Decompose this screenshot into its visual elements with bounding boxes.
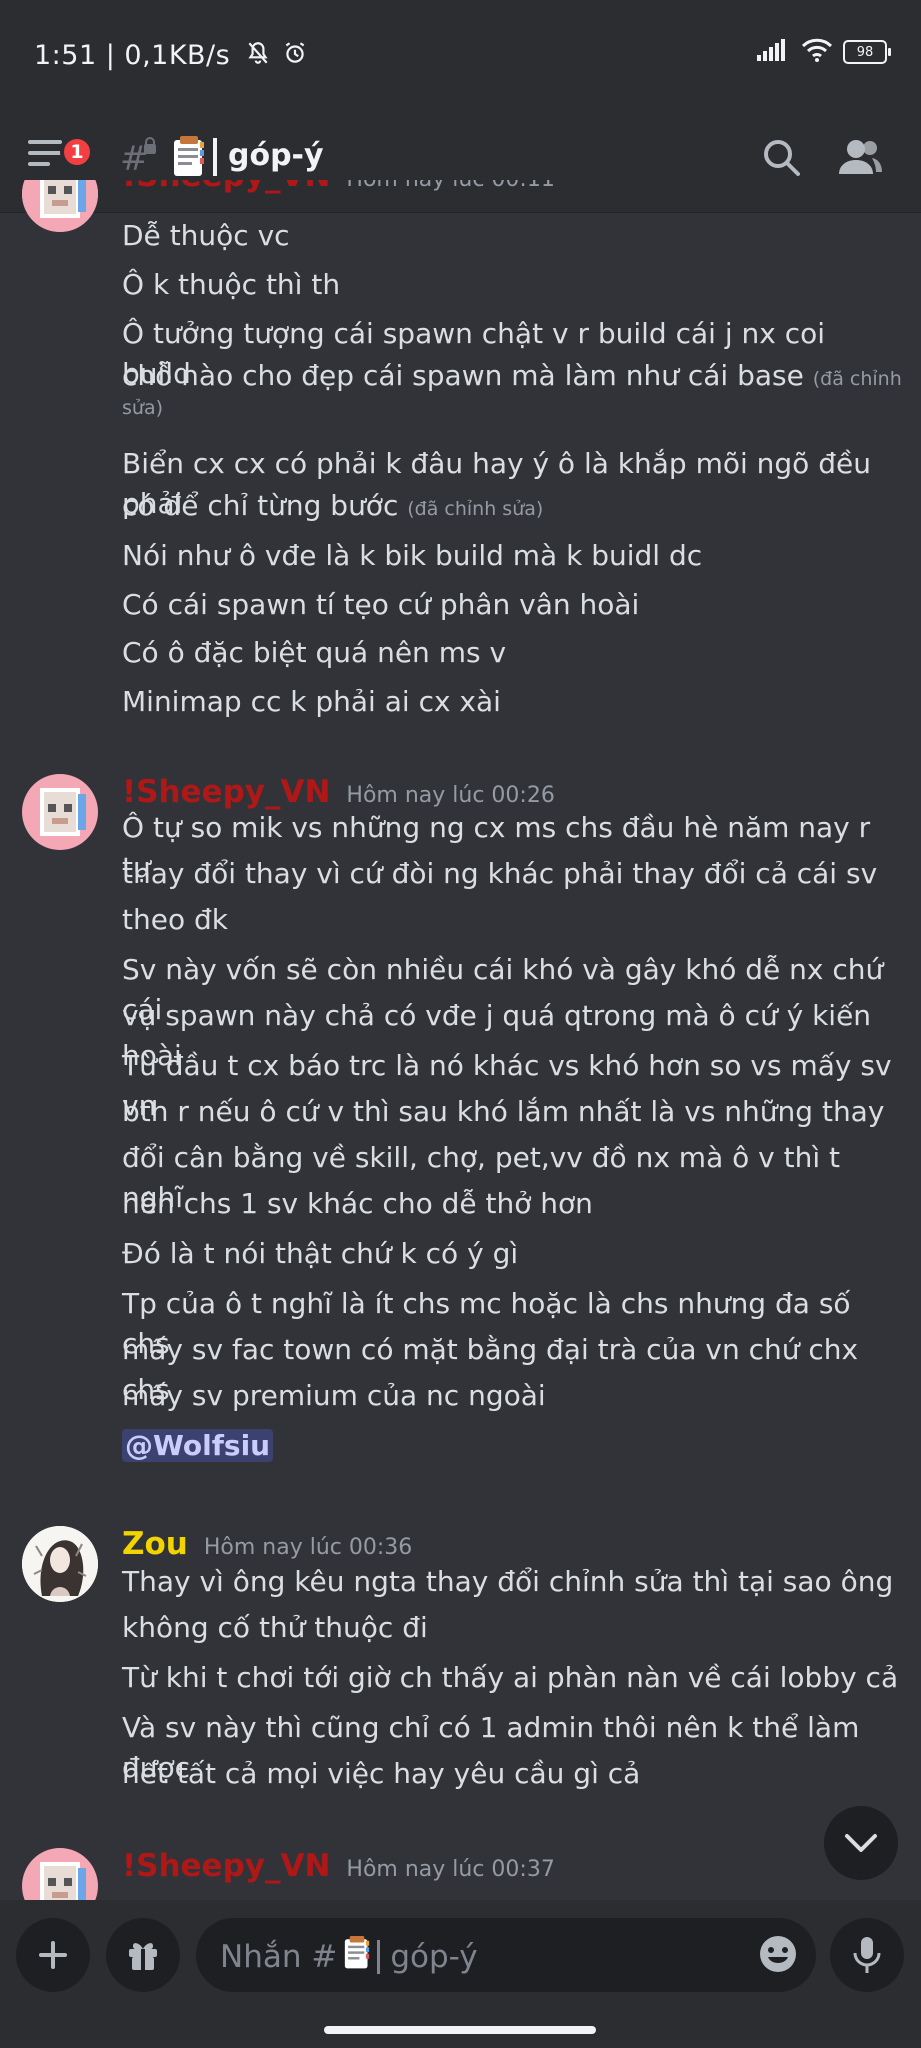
message-header: !Sheepy_VN Hôm nay lúc 00:37: [122, 1848, 555, 1884]
placeholder-separator: [377, 1940, 381, 1974]
message-line: có để chỉ từng bước (đã chỉnh sửa): [122, 486, 902, 529]
edited-label: (đã chỉnh: [812, 368, 902, 390]
smile-icon: [760, 1936, 796, 1972]
avatar[interactable]: [22, 774, 98, 850]
message-line: chỗ nào cho đẹp cái spawn mà làm như cái…: [122, 356, 902, 399]
svg-text:#: #: [120, 139, 149, 179]
message-header: !Sheepy_VN Hôm nay lúc 00:26: [122, 774, 555, 810]
mute-bell-icon: [245, 40, 271, 73]
edited-label: (đã chỉnh sửa): [407, 498, 544, 520]
message-line: Đó là t nói thật chứ k có ý gì: [122, 1237, 519, 1270]
message-line: Có ô đặc biệt quá nên ms v: [122, 636, 507, 669]
message-text: chỗ nào cho đẹp cái spawn mà làm như cái…: [122, 359, 804, 392]
microphone-icon: [853, 1937, 881, 1973]
message-header: !Sheepy_VN Hôm nay lúc 00:11: [122, 180, 555, 194]
message-line: không cố thử thuộc đi: [122, 1611, 428, 1644]
add-attachment-button[interactable]: [16, 1918, 90, 1992]
home-indicator[interactable]: [324, 2026, 596, 2034]
gift-button[interactable]: [106, 1918, 180, 1992]
message-line: Có cái spawn tí tẹo cứ phân vân hoài: [122, 588, 640, 621]
memo-icon: [343, 1936, 371, 1978]
avatar[interactable]: [22, 1848, 98, 1900]
message-line: thay đổi thay vì cứ đòi ng khác phải tha…: [122, 857, 878, 890]
notification-badge: 1: [60, 135, 94, 169]
message-line: mấy sv premium của nc ngoài: [122, 1379, 546, 1412]
message-input[interactable]: Nhắn # góp-ý: [196, 1918, 816, 1992]
author-name[interactable]: Zou: [122, 1526, 188, 1562]
user-mention[interactable]: @Wolfsiu: [122, 1429, 274, 1462]
message-placeholder: Nhắn # góp-ý: [220, 1936, 478, 1978]
emoji-button[interactable]: [756, 1932, 800, 1980]
timestamp: Hôm nay lúc 00:11: [346, 180, 554, 192]
wifi-icon: [801, 38, 833, 66]
channel-separator: [213, 138, 217, 176]
plus-icon: [39, 1941, 67, 1969]
gift-icon: [129, 1943, 157, 1970]
chevron-down-icon: [845, 1834, 877, 1852]
timestamp: Hôm nay lúc 00:37: [346, 1857, 555, 1882]
channel-name: góp-ý: [228, 138, 324, 173]
status-bar: 1:51 | 0,1KB/s 98: [0, 0, 921, 112]
signal-icon: [757, 39, 791, 65]
memo-icon: [172, 136, 206, 182]
edited-label: sửa): [122, 397, 163, 419]
message-line: Từ khi t chơi tới giờ ch thấy ai phàn nà…: [122, 1661, 899, 1694]
status-time: 1:51 | 0,1KB/s: [34, 40, 308, 73]
author-name[interactable]: !Sheepy_VN: [122, 180, 330, 194]
status-time-text: 1:51 | 0,1KB/s: [34, 40, 231, 71]
voice-message-button[interactable]: [830, 1918, 904, 1992]
alarm-icon: [282, 40, 308, 73]
message-line: hết tất cả mọi việc hay yêu cầu gì cả: [122, 1757, 641, 1790]
locked-channel-icon: #: [118, 136, 162, 184]
avatar[interactable]: [22, 180, 98, 232]
message-line: Ô k thuộc thì th: [122, 268, 341, 301]
message-line: @Wolfsiu: [122, 1426, 902, 1466]
placeholder-prefix: Nhắn #: [220, 1939, 338, 1975]
author-name[interactable]: !Sheepy_VN: [122, 774, 330, 810]
battery-level: 98: [856, 44, 874, 60]
message-line: theo đk: [122, 903, 228, 936]
avatar[interactable]: [22, 1526, 98, 1602]
message-line: Dễ thuộc vc: [122, 219, 290, 252]
battery-icon: 98: [843, 40, 891, 64]
message-line: Nói như ô vđe là k bik build mà k buidl …: [122, 539, 703, 572]
status-right: 98: [757, 38, 891, 66]
placeholder-channel: góp-ý: [390, 1939, 478, 1975]
message-line: Thay vì ông kêu ngta thay đổi chỉnh sửa …: [122, 1565, 894, 1598]
timestamp: Hôm nay lúc 00:26: [346, 783, 555, 808]
author-name[interactable]: !Sheepy_VN: [122, 1848, 330, 1884]
message-line: bth r nếu ô cứ v thì sau khó lắm nhất là…: [122, 1095, 885, 1128]
jump-to-bottom-button[interactable]: [824, 1806, 898, 1880]
message-text: có để chỉ từng bước: [122, 489, 399, 522]
message-list[interactable]: !Sheepy_VN Hôm nay lúc 00:11 Dễ thuộc vc…: [0, 180, 921, 1900]
message-header: Zou Hôm nay lúc 00:36: [122, 1526, 412, 1562]
message-line: nên chs 1 sv khác cho dễ thở hơn: [122, 1187, 593, 1220]
message-line: Minimap cc k phải ai cx xài: [122, 685, 501, 718]
timestamp: Hôm nay lúc 00:36: [203, 1535, 413, 1560]
